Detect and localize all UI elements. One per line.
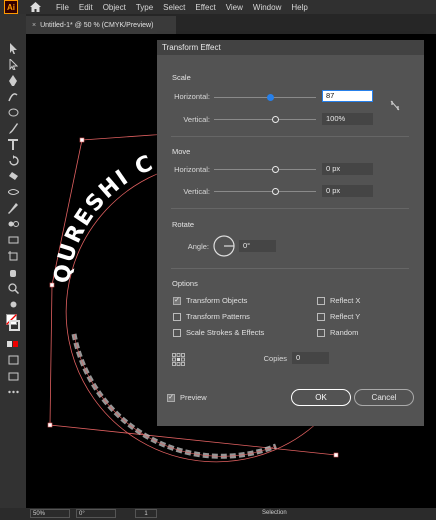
- swap-fill-stroke-icon[interactable]: [6, 298, 20, 310]
- random-checkbox[interactable]: Random: [317, 328, 358, 337]
- paintbrush-tool-icon[interactable]: [6, 122, 20, 134]
- reflect-x-checkbox[interactable]: Reflect X: [317, 296, 360, 305]
- divider: [171, 268, 409, 269]
- selection-tool-icon[interactable]: [6, 42, 20, 54]
- curvature-tool-icon[interactable]: [6, 90, 20, 102]
- transform-patterns-checkbox[interactable]: Transform Patterns: [173, 312, 250, 321]
- document-tab-bar: × Untitled-1* @ 50 % (CMYK/Preview): [26, 14, 436, 34]
- transform-objects-label: Transform Objects: [186, 296, 248, 305]
- transform-objects-checkbox[interactable]: ✓ Transform Objects: [173, 296, 247, 305]
- angle-dial-icon[interactable]: [213, 235, 235, 259]
- preview-checkbox[interactable]: ✓ Preview: [167, 393, 207, 402]
- scale-vertical-input[interactable]: 100%: [322, 113, 373, 125]
- move-horizontal-slider-thumb[interactable]: [271, 166, 279, 173]
- menu-select[interactable]: Select: [163, 3, 185, 12]
- preview-label: Preview: [180, 393, 207, 402]
- status-bar: 50% 0° 1 Selection: [0, 508, 436, 520]
- checkbox-unchecked-icon: [317, 312, 325, 321]
- checkbox-checked-icon: ✓: [167, 393, 175, 402]
- checkbox-checked-icon: ✓: [173, 296, 181, 305]
- hand-tool-icon[interactable]: [6, 266, 20, 278]
- ellipse-tool-icon[interactable]: [6, 106, 20, 118]
- menu-edit[interactable]: Edit: [79, 3, 93, 12]
- document-tab[interactable]: × Untitled-1* @ 50 % (CMYK/Preview): [26, 16, 176, 34]
- move-horizontal-input[interactable]: 0 px: [322, 163, 373, 175]
- divider: [171, 136, 409, 137]
- blend-tool-icon[interactable]: [6, 218, 20, 230]
- scale-horizontal-slider-thumb[interactable]: [266, 94, 274, 101]
- menu-view[interactable]: View: [226, 3, 243, 12]
- move-vertical-slider-thumb[interactable]: [271, 188, 279, 195]
- draw-mode-icon[interactable]: [6, 354, 20, 366]
- move-vertical-slider-track[interactable]: [214, 191, 316, 192]
- reflect-y-label: Reflect Y: [330, 312, 361, 321]
- move-vertical-label: Vertical:: [183, 187, 210, 196]
- scale-vertical-slider-thumb[interactable]: [271, 116, 279, 123]
- copies-input[interactable]: 0: [292, 352, 329, 364]
- reflect-y-checkbox[interactable]: Reflect Y: [317, 312, 360, 321]
- document-tab-title: Untitled-1* @ 50 % (CMYK/Preview): [40, 21, 154, 29]
- scale-vertical-label: Vertical:: [183, 115, 210, 124]
- checkbox-unchecked-icon: [173, 328, 181, 337]
- scale-horizontal-slider-track[interactable]: [214, 97, 316, 98]
- direct-selection-tool-icon[interactable]: [6, 58, 20, 70]
- rotation-select[interactable]: 0°: [76, 509, 116, 518]
- random-label: Random: [330, 328, 359, 337]
- move-section-label: Move: [172, 147, 191, 156]
- width-tool-icon[interactable]: [6, 186, 20, 198]
- checkbox-unchecked-icon: [317, 296, 325, 305]
- color-mode-icon[interactable]: [6, 338, 20, 350]
- menu-effect[interactable]: Effect: [195, 3, 215, 12]
- app-logo: Ai: [4, 0, 18, 14]
- transform-patterns-label: Transform Patterns: [186, 312, 250, 321]
- scale-strokes-checkbox[interactable]: Scale Strokes & Effects: [173, 328, 264, 337]
- divider: [171, 208, 409, 209]
- dialog-title: Transform Effect: [157, 40, 424, 55]
- fill-stroke-swatch-icon[interactable]: [6, 314, 20, 332]
- scale-vertical-slider-track[interactable]: [214, 119, 316, 120]
- rotate-section-label: Rotate: [172, 220, 195, 229]
- ok-button[interactable]: OK: [291, 389, 351, 406]
- move-horizontal-label: Horizontal:: [174, 165, 210, 174]
- checkbox-unchecked-icon: [317, 328, 325, 337]
- scale-horizontal-input[interactable]: 87: [322, 90, 373, 102]
- move-horizontal-slider-track[interactable]: [214, 169, 316, 170]
- reference-point-locator-icon[interactable]: [172, 353, 185, 368]
- status-mode-text: Selection: [262, 510, 287, 516]
- close-tab-icon[interactable]: ×: [32, 22, 36, 29]
- screen-mode-icon[interactable]: [6, 370, 20, 382]
- zoom-level-select[interactable]: 50%: [30, 509, 70, 518]
- type-tool-icon[interactable]: [6, 138, 20, 150]
- scale-horizontal-label: Horizontal:: [174, 92, 210, 101]
- tools-panel: [0, 34, 26, 508]
- rotate-tool-icon[interactable]: [6, 154, 20, 166]
- reflect-x-label: Reflect X: [330, 296, 361, 305]
- move-vertical-input[interactable]: 0 px: [322, 185, 373, 197]
- home-icon[interactable]: [28, 0, 42, 14]
- options-section-label: Options: [172, 279, 198, 288]
- artboard-tool-icon[interactable]: [6, 250, 20, 262]
- copies-label: Copies: [263, 354, 287, 363]
- pen-tool-icon[interactable]: [6, 74, 20, 86]
- eraser-tool-icon[interactable]: [6, 170, 20, 182]
- angle-input[interactable]: 0°: [239, 240, 276, 252]
- angle-label: Angle:: [187, 242, 209, 251]
- scale-strokes-label: Scale Strokes & Effects: [186, 328, 265, 337]
- more-tools-icon[interactable]: [6, 386, 20, 398]
- menu-bar: Ai File Edit Object Type Select Effect V…: [0, 0, 436, 14]
- artboard-number-field[interactable]: 1: [135, 509, 157, 518]
- menu-help[interactable]: Help: [291, 3, 307, 12]
- constrain-proportions-icon[interactable]: [390, 100, 400, 113]
- symbol-sprayer-tool-icon[interactable]: [6, 234, 20, 246]
- eyedropper-tool-icon[interactable]: [6, 202, 20, 214]
- scale-section-label: Scale: [172, 73, 191, 82]
- menu-object[interactable]: Object: [103, 3, 126, 12]
- checkbox-unchecked-icon: [173, 312, 181, 321]
- transform-effect-dialog: Transform Effect Scale Horizontal: 87 Ve…: [157, 40, 424, 426]
- menu-type[interactable]: Type: [136, 3, 153, 12]
- menu-window[interactable]: Window: [253, 3, 281, 12]
- zoom-tool-icon[interactable]: [6, 282, 20, 294]
- cancel-button[interactable]: Cancel: [354, 389, 414, 406]
- menu-file[interactable]: File: [56, 3, 69, 12]
